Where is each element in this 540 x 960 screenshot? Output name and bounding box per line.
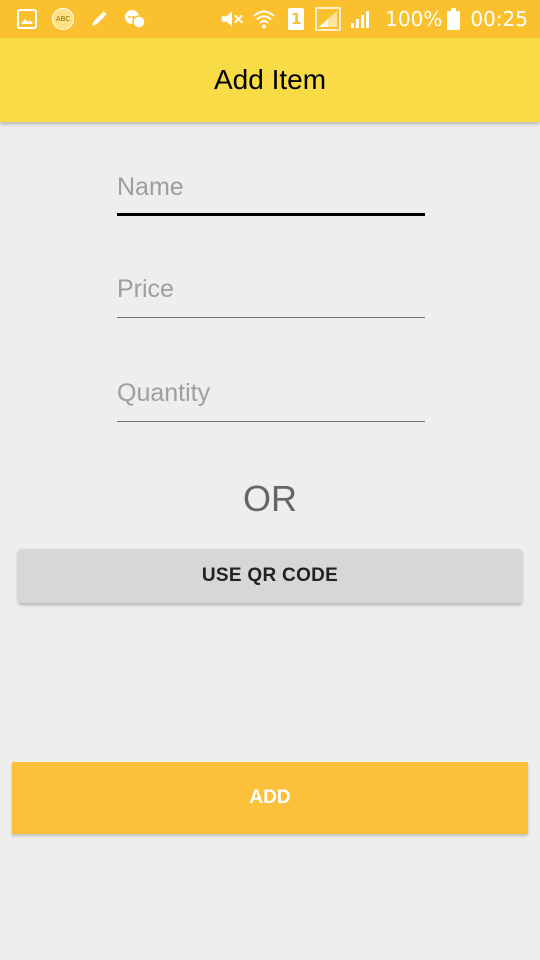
- clock: 00:25: [470, 7, 528, 31]
- battery-percent: 100%: [385, 7, 443, 31]
- signal-icon: [315, 7, 341, 31]
- quantity-input[interactable]: [117, 372, 425, 422]
- sim-icon: 1: [283, 8, 309, 30]
- price-underline: [117, 317, 425, 318]
- or-divider-label: OR: [243, 478, 297, 519]
- wifi-icon: [251, 8, 277, 30]
- name-input[interactable]: [117, 166, 425, 216]
- pen-icon: [86, 8, 112, 30]
- abc-badge-icon: ABC: [50, 8, 76, 30]
- app-bar: Add Item: [0, 38, 540, 122]
- use-qr-code-button[interactable]: USE QR CODE: [18, 549, 522, 603]
- add-button[interactable]: ADD: [12, 762, 528, 834]
- signal-icon: [347, 8, 373, 30]
- battery-icon: [446, 8, 460, 30]
- name-field[interactable]: [117, 166, 425, 216]
- chat-icon: [122, 8, 148, 30]
- page-title: Add Item: [213, 64, 327, 95]
- status-right-icons: 1 100% 00:25: [219, 7, 528, 31]
- gallery-icon: [14, 8, 40, 30]
- name-underline: [117, 213, 425, 216]
- status-bar: ABC 1 100% 00:25: [0, 0, 540, 38]
- status-left-icons: ABC: [14, 8, 158, 30]
- quantity-field[interactable]: [117, 372, 425, 422]
- sim-slot-number: 1: [288, 8, 305, 30]
- abc-badge-text: ABC: [52, 8, 74, 30]
- price-input[interactable]: [117, 268, 425, 318]
- mute-icon: [219, 8, 245, 30]
- price-field[interactable]: [117, 268, 425, 318]
- quantity-underline: [117, 421, 425, 422]
